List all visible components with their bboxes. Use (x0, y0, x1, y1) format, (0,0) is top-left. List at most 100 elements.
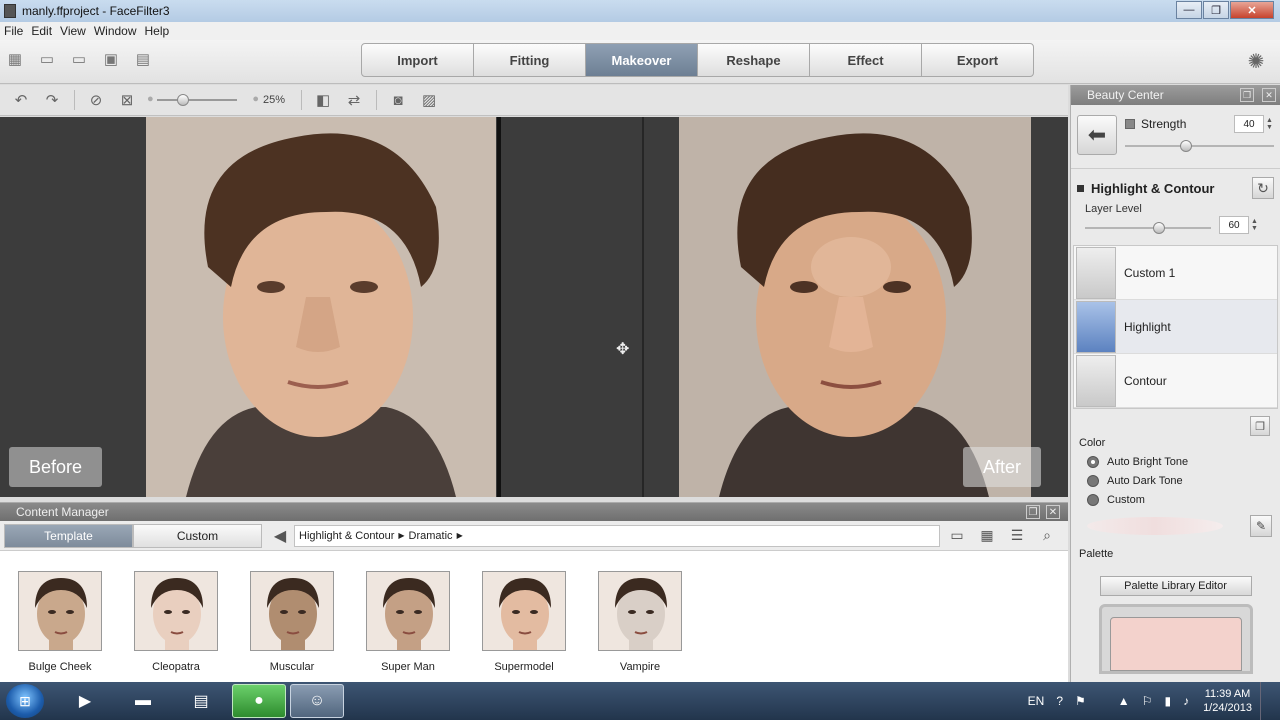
breadcrumb-item[interactable]: Highlight & Contour (299, 530, 394, 542)
close-button[interactable]: ✕ (1230, 1, 1274, 19)
template-thumbnail[interactable] (482, 571, 566, 651)
template-item[interactable]: Muscular (250, 571, 334, 673)
reset-button[interactable]: ↻ (1252, 177, 1274, 199)
notes-taskbar-button[interactable]: ▤ (174, 684, 228, 718)
layer-level-slider[interactable] (1085, 221, 1211, 235)
layer-level-slider-knob[interactable] (1153, 222, 1166, 234)
menu-help[interactable]: Help (145, 24, 170, 38)
tab-fitting[interactable]: Fitting (473, 43, 586, 77)
redo-icon[interactable]: ↷ (41, 90, 63, 110)
list-view-icon[interactable]: ☰ (1008, 527, 1026, 545)
close-panel-icon[interactable]: ✕ (1046, 505, 1060, 519)
radio-button[interactable] (1087, 456, 1099, 468)
template-thumbnail[interactable] (18, 571, 102, 651)
minimize-button[interactable]: — (1176, 1, 1202, 19)
template-item[interactable]: Bulge Cheek (18, 571, 102, 673)
show-desktop-button[interactable] (1260, 682, 1272, 720)
save-as-icon[interactable]: ▤ (132, 49, 154, 69)
clock[interactable]: 11:39 AM 1/24/2013 (1203, 687, 1252, 715)
maximize-button[interactable]: ❐ (1203, 1, 1229, 19)
fit-to-window-icon[interactable]: ⊠ (116, 90, 138, 110)
tab-reshape[interactable]: Reshape (697, 43, 810, 77)
back-arrow-icon[interactable]: ◀ (266, 526, 294, 546)
tab-import[interactable]: Import (361, 43, 474, 77)
layer-item-contour[interactable]: Contour (1074, 354, 1277, 408)
radio-button[interactable] (1087, 494, 1099, 506)
template-thumbnail[interactable] (366, 571, 450, 651)
color-picker-button[interactable]: ✎ (1250, 515, 1272, 537)
duplicate-layer-button[interactable]: ❐ (1250, 416, 1270, 436)
menu-window[interactable]: Window (94, 24, 137, 38)
layer-level-spinner-icon[interactable]: ▲ ▼ (1251, 218, 1259, 232)
tab-template[interactable]: Template (4, 523, 133, 548)
strength-slider[interactable] (1125, 139, 1274, 153)
language-indicator[interactable]: EN (1028, 694, 1045, 708)
show-hidden-icons-icon[interactable]: ▲ (1118, 694, 1130, 708)
split-view-icon[interactable]: ◧ (312, 90, 334, 110)
preview-canvas[interactable]: ✥ Before After (0, 117, 1068, 497)
clear-icon[interactable]: ⊘ (85, 90, 107, 110)
template-thumbnail[interactable] (598, 571, 682, 651)
explorer-taskbar-button[interactable]: ▬ (116, 684, 170, 718)
color-option-auto-dark[interactable]: Auto Dark Tone (1087, 474, 1272, 488)
help-icon[interactable]: ? (1056, 694, 1063, 708)
layer-level-value[interactable]: 60 (1219, 216, 1249, 234)
template-item[interactable]: Vampire (598, 571, 682, 673)
color-option-custom[interactable]: Custom (1087, 493, 1272, 507)
action-center-icon[interactable]: ⚐ (1142, 694, 1153, 708)
start-button[interactable]: ⊞ (6, 684, 44, 718)
template-item[interactable]: Super Man (366, 571, 450, 673)
close-panel-icon[interactable]: ✕ (1262, 88, 1276, 102)
tab-export[interactable]: Export (921, 43, 1034, 77)
undo-icon[interactable]: ↶ (10, 90, 32, 110)
breadcrumb-item[interactable]: Dramatic (409, 530, 453, 542)
strength-spinner-icon[interactable]: ▲ ▼ (1266, 117, 1274, 131)
template-item[interactable]: Cleopatra (134, 571, 218, 673)
media-player-taskbar-button[interactable]: ▶ (58, 684, 112, 718)
signal-icon[interactable]: ▮ (1164, 694, 1171, 708)
strength-checkbox[interactable] (1125, 119, 1135, 129)
after-photo[interactable] (679, 117, 1031, 497)
gradient-view-icon[interactable]: ▨ (418, 90, 440, 110)
color-option-auto-bright[interactable]: Auto Bright Tone (1087, 455, 1272, 469)
breadcrumb-separator-icon[interactable]: ▶ (457, 531, 463, 540)
menu-edit[interactable]: Edit (31, 24, 52, 38)
facefilter-taskbar-button[interactable]: ☺ (290, 684, 344, 718)
zoom-slider[interactable]: ● ● (147, 90, 259, 110)
before-photo[interactable] (146, 117, 496, 497)
layer-item-highlight[interactable]: Highlight (1074, 300, 1277, 354)
float-panel-icon[interactable]: ❐ (1240, 88, 1254, 102)
palette-library-editor-button[interactable]: Palette Library Editor (1099, 576, 1252, 596)
split-divider[interactable] (642, 117, 644, 497)
float-panel-icon[interactable]: ❐ (1026, 505, 1040, 519)
back-button[interactable]: ⬅ (1077, 115, 1117, 155)
camtasia-taskbar-button[interactable]: ● (232, 684, 286, 718)
template-thumbnail[interactable] (250, 571, 334, 651)
zoom-slider-knob[interactable] (177, 94, 189, 106)
strength-slider-knob[interactable] (1179, 140, 1192, 152)
custom-color-swatch[interactable] (1087, 517, 1223, 535)
save-icon[interactable]: ▣ (100, 49, 122, 69)
open-folder-icon[interactable]: ▭ (36, 49, 58, 69)
tab-makeover[interactable]: Makeover (585, 43, 698, 77)
new-project-icon[interactable]: ▦ (4, 49, 26, 69)
radio-button[interactable] (1087, 475, 1099, 487)
network-status-icon[interactable]: ⚑ (1075, 694, 1086, 708)
tab-custom[interactable]: Custom (133, 523, 262, 548)
palette-preview[interactable] (1098, 604, 1253, 674)
mask-view-icon[interactable]: ◙ (387, 90, 409, 110)
template-item[interactable]: Supermodel (482, 571, 566, 673)
template-thumbnail[interactable] (134, 571, 218, 651)
search-icon[interactable]: ⌕ (1038, 527, 1056, 545)
layer-item-custom-1[interactable]: Custom 1 (1074, 246, 1277, 300)
strength-value[interactable]: 40 (1234, 115, 1264, 133)
single-view-icon[interactable]: ▭ (948, 527, 966, 545)
menu-view[interactable]: View (60, 24, 86, 38)
swap-view-icon[interactable]: ⇄ (343, 90, 365, 110)
open-recent-icon[interactable]: ▭ (68, 49, 90, 69)
grid-view-icon[interactable]: ▦ (978, 527, 996, 545)
menu-file[interactable]: File (4, 24, 23, 38)
volume-icon[interactable]: ♪ (1183, 694, 1189, 708)
palette-color-swatch[interactable] (1109, 617, 1242, 671)
tab-effect[interactable]: Effect (809, 43, 922, 77)
